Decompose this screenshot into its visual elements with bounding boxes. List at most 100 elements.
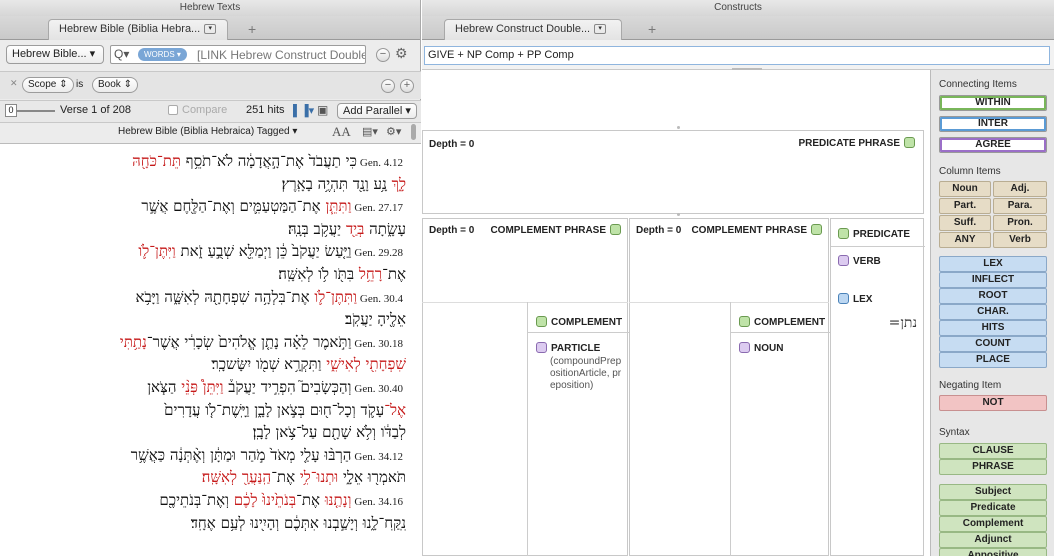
- verse-ref[interactable]: Gen. 4.12: [360, 157, 403, 169]
- graph-icon[interactable]: ▌▐▾: [293, 104, 314, 117]
- add-tab-icon[interactable]: +: [248, 21, 256, 37]
- predicate-phrase-cell[interactable]: Depth = 0 PREDICATE PHRASE: [422, 130, 924, 214]
- verse-line[interactable]: תֹּאמְר֖וּ אֵלָ֑י וּתְנוּ־לִ֥י אֶת־הַֽנַ…: [6, 468, 406, 487]
- verse-ref[interactable]: Gen. 30.40: [354, 383, 403, 395]
- verse-ref[interactable]: Gen. 30.18: [354, 338, 403, 350]
- verse-ref[interactable]: Gen. 34.12: [354, 451, 403, 463]
- adj-item[interactable]: Adj.: [993, 181, 1047, 197]
- complement-checkbox[interactable]: [536, 316, 547, 327]
- export-icon[interactable]: ▣: [317, 103, 328, 117]
- verse-ref[interactable]: Gen. 29.28: [354, 247, 403, 259]
- complement-item[interactable]: Complement: [939, 516, 1047, 532]
- suff-item[interactable]: Suff.: [939, 215, 991, 231]
- noun-checkbox[interactable]: [739, 342, 750, 353]
- add-tab-icon[interactable]: +: [648, 21, 656, 37]
- verse-line[interactable]: עָשָׂ֑תָה בְּיַ֖ד יַעֲקֹ֥ב בְּנָֽהּ׃: [6, 220, 406, 239]
- add-parallel-button[interactable]: Add Parallel ▾: [337, 103, 417, 119]
- clause-item[interactable]: CLAUSE: [939, 443, 1047, 459]
- verse-line[interactable]: Gen. 27.17וַתִּתֵּ֧ן אֶת־הַמַּטְעַמִּ֛ים…: [6, 197, 406, 216]
- drag-dot[interactable]: [677, 213, 680, 216]
- drag-dot[interactable]: [677, 126, 680, 129]
- inflect-item[interactable]: INFLECT: [939, 272, 1047, 288]
- root-item[interactable]: ROOT: [939, 288, 1047, 304]
- resource-title[interactable]: Hebrew Bible (Biblia Hebraica) Tagged ▾: [118, 126, 297, 137]
- resource-select[interactable]: Hebrew Bible... ▾: [6, 45, 104, 64]
- close-scope-icon[interactable]: ✕: [10, 78, 18, 89]
- search-input[interactable]: [LINK Hebrew Construct Double: [197, 48, 365, 62]
- within-button[interactable]: WITHIN: [939, 95, 1047, 111]
- count-item[interactable]: COUNT: [939, 336, 1047, 352]
- words-badge[interactable]: WORDS ▾: [138, 48, 187, 61]
- remove-scope-icon[interactable]: −: [381, 79, 395, 93]
- verse-line[interactable]: Gen. 34.12הַרְבּ֨וּ עָלַ֤י מְאֹד֙ מֹ֣הַר…: [6, 446, 406, 465]
- verb-node[interactable]: VERB: [838, 255, 881, 267]
- verse-line[interactable]: Gen. 4.12כִּי תַעֲבֹד֙ אֶת־הָ֣אֲדָמָ֔ה ל…: [6, 152, 406, 171]
- scope-select[interactable]: Scope ⇕: [22, 77, 74, 93]
- verse-ref[interactable]: Gen. 34.16: [354, 496, 403, 508]
- adjunct-item[interactable]: Adjunct: [939, 532, 1047, 548]
- appositive-item[interactable]: Appositive: [939, 548, 1047, 556]
- construct-name-field[interactable]: GIVE + NP Comp + PP Comp: [424, 46, 1050, 65]
- verse-line[interactable]: Gen. 29.28וַיַּ֤עַשׂ יַעֲקֹב֙ כֵּ֔ן וַיְ…: [6, 242, 406, 261]
- not-item[interactable]: NOT: [939, 395, 1047, 411]
- compare-checkbox[interactable]: [168, 105, 178, 115]
- agree-button[interactable]: AGREE: [939, 137, 1047, 153]
- subject-item[interactable]: Subject: [939, 484, 1047, 500]
- verse-line[interactable]: Gen. 30.40וְהַכְּשָׂבִים֮ הִפְרִ֣יד יַעֲ…: [6, 378, 406, 397]
- verse-line[interactable]: שִׁפְחָתִ֖י לְאִישִׁ֑י וַתִּקְרָ֥א שְׁמֹ…: [6, 355, 406, 374]
- hits-item[interactable]: HITS: [939, 320, 1047, 336]
- noun-node[interactable]: NOUN: [739, 342, 783, 354]
- lex-value[interactable]: נתן=: [889, 315, 917, 332]
- add-scope-icon[interactable]: +: [400, 79, 414, 93]
- complement-node[interactable]: COMPLEMENT: [536, 316, 622, 328]
- gear-icon[interactable]: ⚙: [395, 45, 408, 62]
- lex-node[interactable]: LEX: [838, 293, 872, 305]
- predicate-cell[interactable]: PREDICATE VERB LEX נתן=: [830, 218, 925, 556]
- verse-line[interactable]: Gen. 30.18וַתֹּ֣אמֶר לֵאָ֗ה נָתַ֤ן אֱלֹה…: [6, 333, 406, 352]
- remove-search-icon[interactable]: −: [376, 48, 390, 62]
- tab-menu-icon[interactable]: ▾: [594, 24, 607, 35]
- lex-checkbox[interactable]: [838, 293, 849, 304]
- settings-icon[interactable]: ⚙▾: [386, 125, 401, 138]
- scrollbar[interactable]: [411, 124, 416, 140]
- verse-line[interactable]: אֶת־רָחֵ֥ל בִּתֹּ֖ו לֹ֥ו לְאִשָּֽׁה׃: [6, 265, 406, 284]
- verb-checkbox[interactable]: [838, 255, 849, 266]
- verse-ref[interactable]: Gen. 30.4: [360, 293, 403, 305]
- part-item[interactable]: Part.: [939, 198, 991, 214]
- font-size-control[interactable]: AA: [332, 124, 351, 140]
- para-item[interactable]: Para.: [993, 198, 1047, 214]
- verse-line[interactable]: Gen. 34.16וְנָתַ֤נּוּ אֶת־בְּנֹתֵ֙ינוּ֙ …: [6, 491, 406, 510]
- search-icon[interactable]: Q▾: [114, 47, 129, 61]
- complement-checkbox[interactable]: [739, 316, 750, 327]
- verse-slider[interactable]: [17, 110, 55, 112]
- complement-phrase-checkbox[interactable]: [610, 224, 621, 235]
- slider-value[interactable]: 0: [5, 104, 17, 117]
- lex-item[interactable]: LEX: [939, 256, 1047, 272]
- search-box[interactable]: Q▾ WORDS ▾ [LINK Hebrew Construct Double: [110, 45, 366, 64]
- verse-line[interactable]: Gen. 30.4וַתִּתֶּן־לֹ֛ו אֶת־בִּלְהָ֥ה שִ…: [6, 288, 406, 307]
- particle-checkbox[interactable]: [536, 342, 547, 353]
- char-item[interactable]: CHAR.: [939, 304, 1047, 320]
- inter-button[interactable]: INTER: [939, 116, 1047, 132]
- tab-hebrew-bible[interactable]: Hebrew Bible (Biblia Hebra... ▾: [48, 19, 228, 40]
- verse-ref[interactable]: Gen. 27.17: [354, 202, 403, 214]
- noun-item[interactable]: Noun: [939, 181, 991, 197]
- verse-line[interactable]: אֶל־עָקֹ֛ד וְכָל־ח֖וּם בְּצֹ֣אן לָבָ֑ן ו…: [6, 401, 406, 420]
- verse-line[interactable]: אֵלֶ֖יהָ יַעֲקֹֽב׃: [6, 310, 406, 329]
- verse-line[interactable]: נִֽקַּֽח־לָ֑נוּ וְיָשַׁ֣בְנוּ אִתְּכֶ֔ם …: [6, 514, 406, 533]
- pron-item[interactable]: Pron.: [993, 215, 1047, 231]
- any-item[interactable]: ANY: [939, 232, 991, 248]
- predicate-node[interactable]: PREDICATE: [838, 228, 910, 240]
- tab-construct[interactable]: Hebrew Construct Double... ▾: [444, 19, 622, 40]
- place-item[interactable]: PLACE: [939, 352, 1047, 368]
- predicate-checkbox[interactable]: [838, 228, 849, 239]
- predicate-item[interactable]: Predicate: [939, 500, 1047, 516]
- phrase-item[interactable]: PHRASE: [939, 459, 1047, 475]
- complement-phrase-checkbox[interactable]: [811, 224, 822, 235]
- predicate-phrase-checkbox[interactable]: [904, 137, 915, 148]
- tab-menu-icon[interactable]: ▾: [204, 24, 217, 35]
- view-options-icon[interactable]: ▤▾: [362, 125, 378, 138]
- particle-node[interactable]: PARTICLE: [536, 342, 600, 354]
- verse-line[interactable]: לְבַדֹּ֔ו וְלֹ֥א שָׁתָ֖ם עַל־צֹ֥אן לָבָֽ…: [6, 423, 406, 442]
- verb-item[interactable]: Verb: [993, 232, 1047, 248]
